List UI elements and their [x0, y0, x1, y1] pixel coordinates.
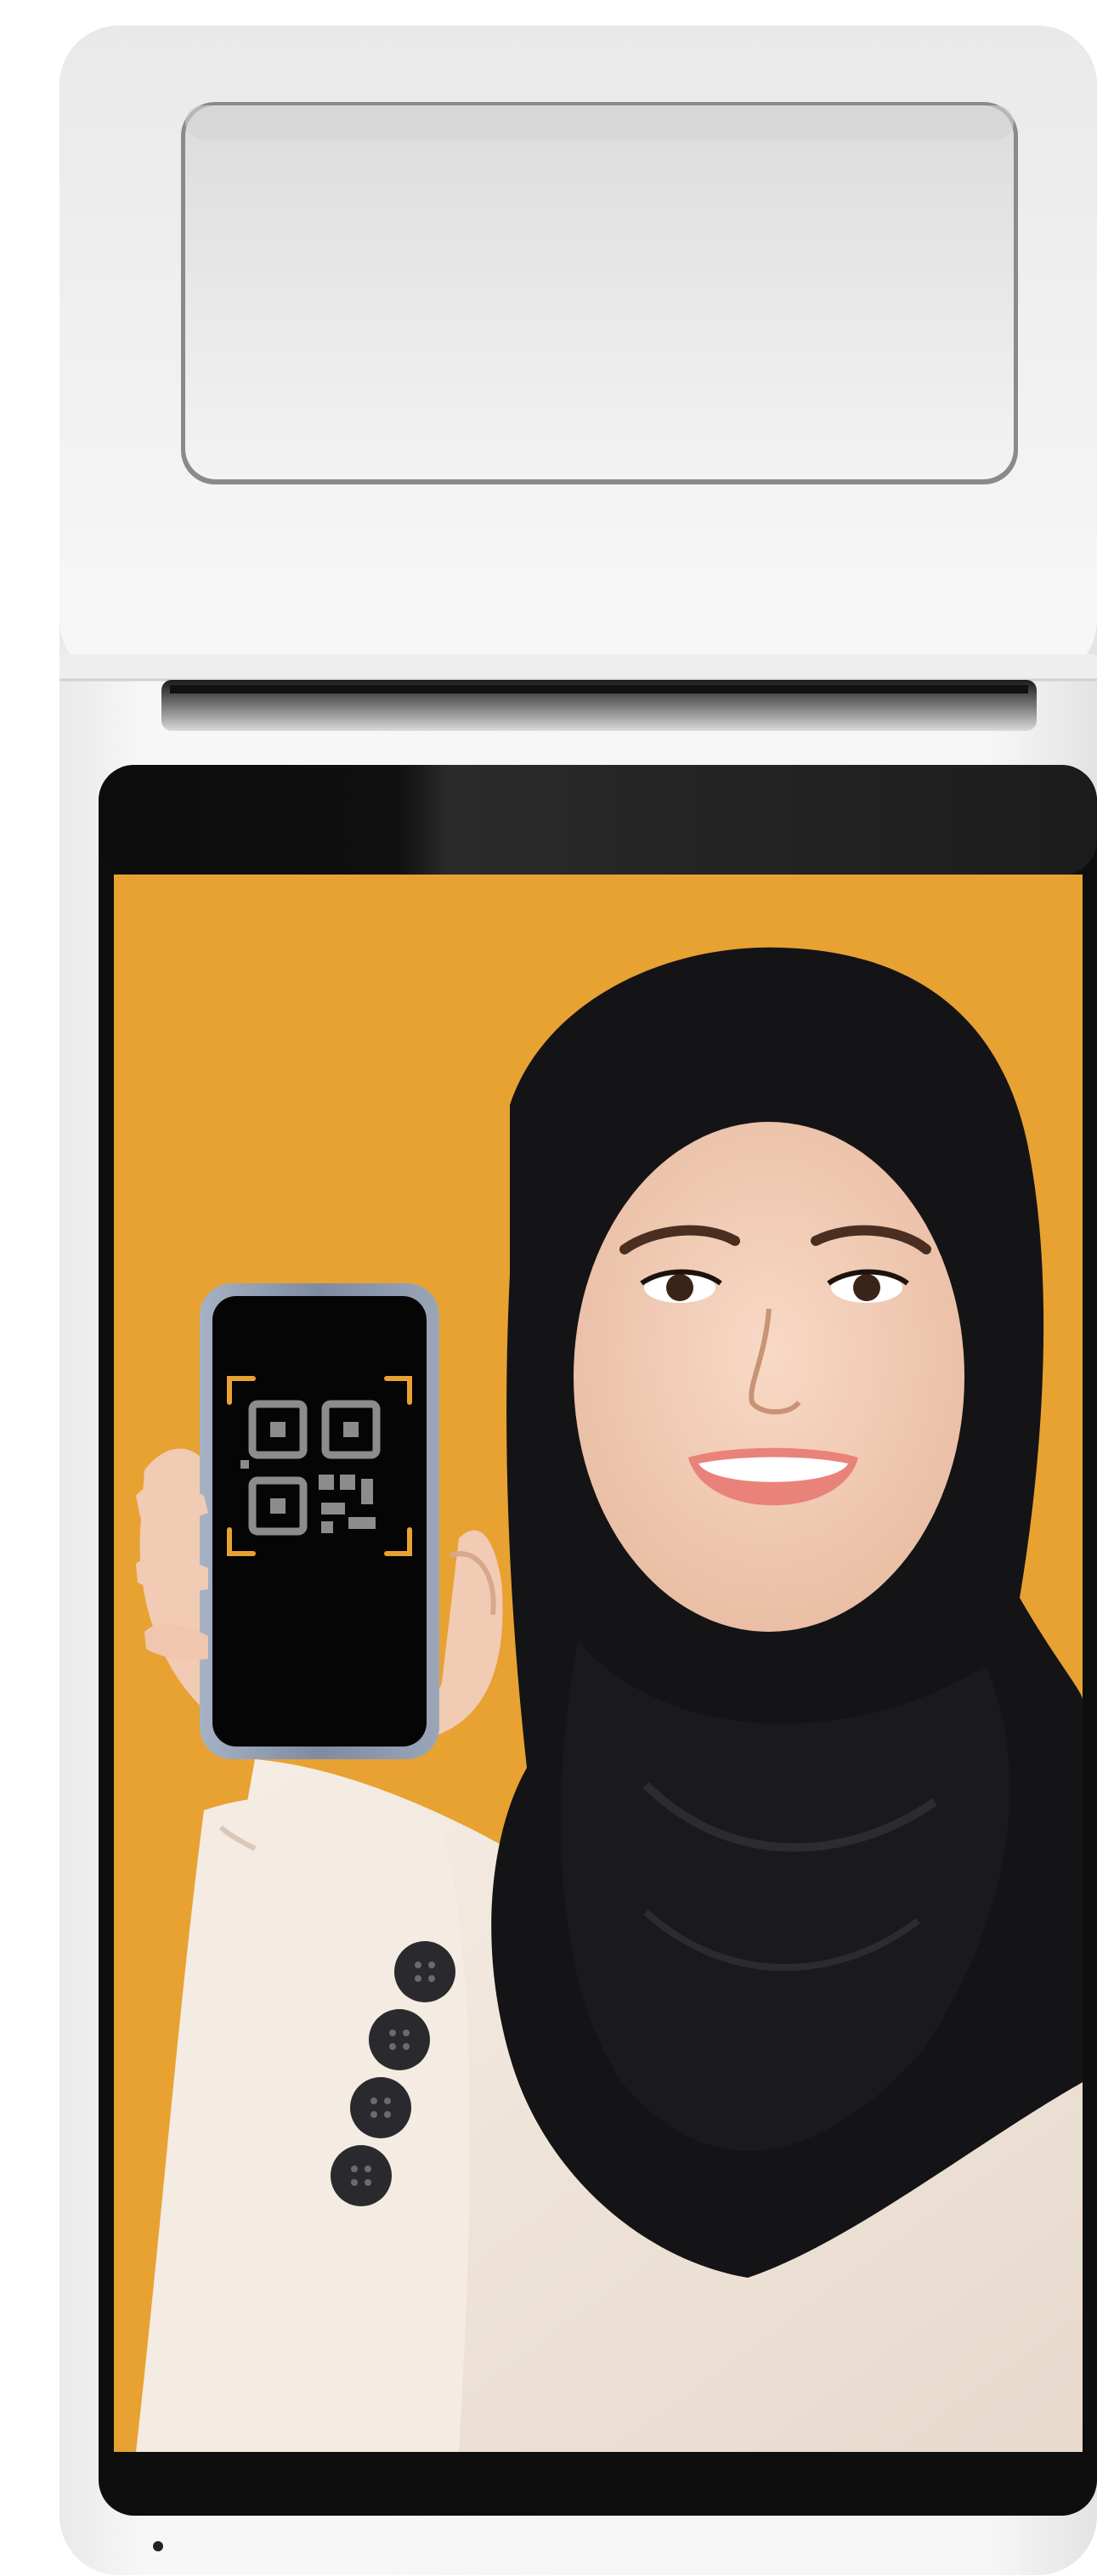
- paper-slot: [161, 680, 1037, 731]
- printer-window: [181, 102, 1018, 484]
- face: [574, 1122, 964, 1632]
- pos-terminal-scene: [0, 0, 1097, 2576]
- pos-terminal-illustration: [59, 25, 1097, 2575]
- display-screen: [114, 875, 1083, 2452]
- indicator-light: [153, 2541, 163, 2551]
- smartphone: [200, 1283, 439, 1759]
